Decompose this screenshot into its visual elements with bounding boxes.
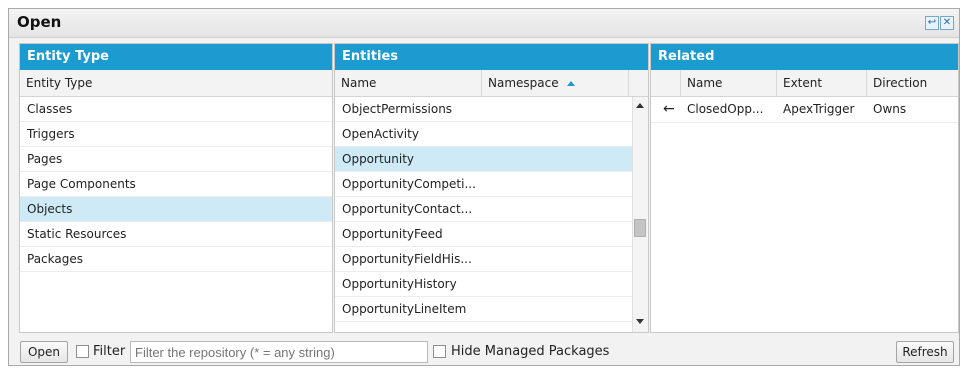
related-direction: Owns [873, 102, 907, 116]
scroll-down-icon[interactable] [636, 319, 644, 324]
entities-name-column[interactable]: Name [335, 70, 482, 96]
hide-managed-label: Hide Managed Packages [451, 344, 610, 359]
filter-checkbox[interactable] [76, 345, 89, 358]
entity-item[interactable]: ObjectPermissions [335, 97, 632, 122]
scrollbar-thumb[interactable] [634, 219, 646, 237]
entity-item[interactable]: OpportunityContact... [335, 197, 632, 222]
bottom-toolbar: Open Filter Hide Managed Packages Refres… [9, 336, 959, 365]
entity-type-pane-header: Entity Type [20, 44, 332, 70]
entities-column-header: Name Namespace [335, 70, 648, 97]
related-column-header: Name Extent Direction [651, 70, 958, 97]
entity-type-item[interactable]: Classes [20, 97, 332, 122]
related-extent-column[interactable]: Extent [777, 70, 867, 96]
related-pane: Related Name Extent Direction ← ClosedOp… [650, 43, 959, 333]
entities-scrollbar[interactable] [632, 97, 648, 332]
entity-item[interactable]: OpportunityFeed [335, 222, 632, 247]
entity-item[interactable]: OpportunityLineItem [335, 297, 632, 322]
entity-type-column[interactable]: Entity Type [20, 70, 332, 96]
title-bar: Open ↩ ✕ [9, 9, 959, 38]
entity-item[interactable]: Opportunity [335, 147, 632, 172]
entity-item[interactable]: OpportunityCompeti... [335, 172, 632, 197]
namespace-column-label: Namespace [488, 76, 559, 90]
entity-type-column-header: Entity Type [20, 70, 332, 97]
entities-list: ObjectPermissions OpenActivity Opportuni… [335, 97, 632, 322]
entity-type-item[interactable]: Objects [20, 197, 332, 222]
related-extent: ApexTrigger [783, 102, 855, 116]
entities-pane: Entities Name Namespace ObjectPermission… [334, 43, 649, 333]
refresh-button[interactable]: Refresh [896, 341, 954, 363]
entity-type-item[interactable]: Static Resources [20, 222, 332, 247]
hide-managed-checkbox[interactable] [433, 345, 446, 358]
left-arrow-icon: ← [663, 101, 675, 117]
sort-ascending-icon [567, 81, 576, 86]
pin-icon[interactable]: ↩ [925, 16, 939, 30]
entity-item[interactable]: OpenActivity [335, 122, 632, 147]
open-button[interactable]: Open [20, 341, 68, 363]
entity-type-pane: Entity Type Entity Type Classes Triggers… [19, 43, 333, 333]
entities-namespace-column[interactable]: Namespace [482, 70, 629, 96]
related-icon-column [651, 70, 681, 96]
entity-type-item[interactable]: Triggers [20, 122, 332, 147]
related-name-column[interactable]: Name [681, 70, 777, 96]
entity-item[interactable]: OpportunityFieldHis... [335, 247, 632, 272]
related-direction-column[interactable]: Direction [867, 70, 958, 96]
dialog-title: Open [17, 13, 62, 31]
close-icon[interactable]: ✕ [940, 16, 954, 30]
entity-type-item[interactable]: Packages [20, 247, 332, 272]
filter-label: Filter [93, 344, 126, 359]
open-dialog: Open ↩ ✕ Entity Type Entity Type Classes… [8, 8, 960, 366]
related-pane-header: Related [651, 44, 958, 70]
related-name: ClosedOpp... [687, 102, 764, 116]
scroll-up-icon[interactable] [636, 103, 644, 108]
entity-type-item[interactable]: Page Components [20, 172, 332, 197]
entity-type-item[interactable]: Pages [20, 147, 332, 172]
related-row[interactable]: ← ClosedOpp... ApexTrigger Owns [651, 97, 958, 123]
entity-item[interactable]: OpportunityHistory [335, 272, 632, 297]
entity-type-list: Classes Triggers Pages Page Components O… [20, 97, 332, 272]
entities-pane-header: Entities [335, 44, 648, 70]
filter-input[interactable] [130, 341, 428, 363]
